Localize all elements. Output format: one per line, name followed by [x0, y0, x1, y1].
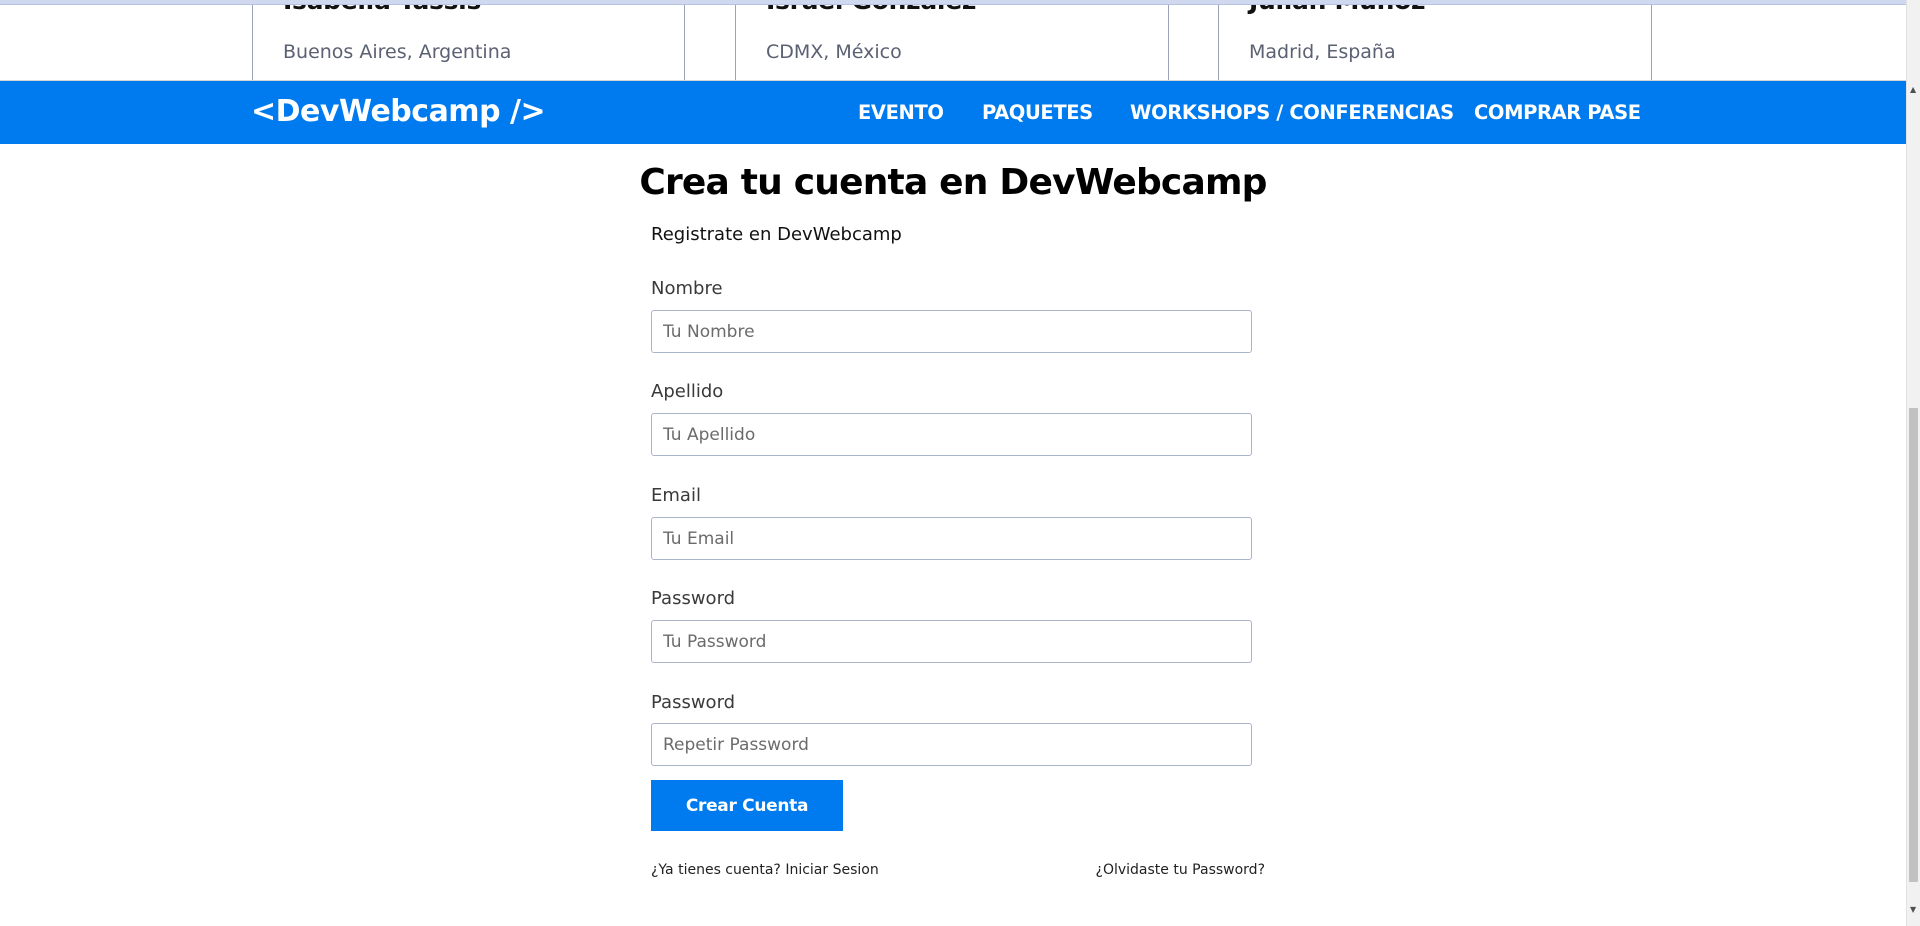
forgot-password-link[interactable]: ¿Olvidaste tu Password?: [1096, 862, 1265, 878]
chevron-up-icon[interactable]: ▲: [1910, 86, 1916, 94]
speaker-location: Madrid, España: [1249, 41, 1396, 63]
navbar: <DevWebcamp /> EVENTO PAQUETES WORKSHOPS…: [0, 81, 1906, 144]
password-input[interactable]: [651, 620, 1252, 663]
page-title: Crea tu cuenta en DevWebcamp: [639, 162, 1267, 203]
speaker-location: CDMX, México: [766, 41, 902, 63]
nav-link-comprar-pase[interactable]: COMPRAR PASE: [1474, 101, 1641, 124]
apellido-label: Apellido: [651, 381, 724, 402]
top-border: [0, 0, 1906, 5]
speaker-card: Isabella Tassis Buenos Aires, Argentina: [252, 0, 685, 80]
scroll-thumb[interactable]: [1909, 408, 1918, 882]
chevron-down-icon[interactable]: ▼: [1910, 906, 1916, 914]
speaker-card: Israel González CDMX, México: [735, 0, 1169, 80]
login-link[interactable]: ¿Ya tienes cuenta? Iniciar Sesion: [651, 862, 879, 878]
password-label: Password: [651, 588, 736, 609]
scrollbar[interactable]: ▲ ▼: [1906, 0, 1920, 926]
apellido-input[interactable]: [651, 413, 1252, 456]
create-account-button[interactable]: Crear Cuenta: [651, 780, 843, 831]
email-label: Email: [651, 485, 701, 506]
nav-link-evento[interactable]: EVENTO: [858, 101, 944, 124]
nav-link-workshops[interactable]: WORKSHOPS / CONFERENCIAS: [1130, 101, 1454, 124]
email-input[interactable]: [651, 517, 1252, 560]
password-confirm-input[interactable]: [651, 723, 1252, 766]
speaker-card: Julián Muñoz Madrid, España: [1218, 0, 1652, 80]
nav-link-paquetes[interactable]: PAQUETES: [982, 101, 1093, 124]
nombre-label: Nombre: [651, 278, 723, 299]
speaker-location: Buenos Aires, Argentina: [283, 41, 512, 63]
speakers-strip: Isabella Tassis Buenos Aires, Argentina …: [0, 0, 1906, 81]
nombre-input[interactable]: [651, 310, 1252, 353]
password-confirm-label: Password: [651, 692, 736, 713]
page-subtitle: Registrate en DevWebcamp: [651, 224, 902, 245]
logo-link[interactable]: <DevWebcamp />: [251, 94, 546, 129]
